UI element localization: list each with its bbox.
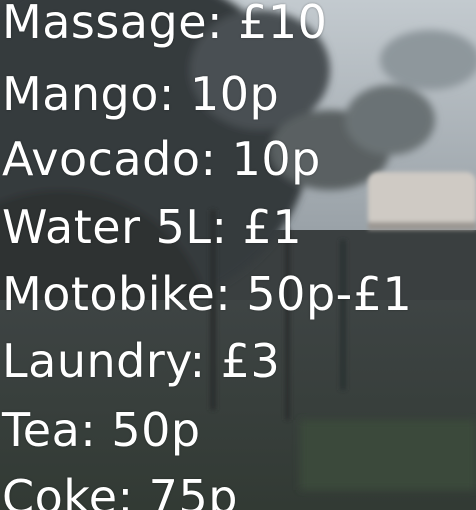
price-line-massage: Massage: £10 — [2, 0, 328, 49]
price-line-water: Water 5L: £1 — [2, 200, 303, 254]
price-list: Massage: £10 Mango: 10p Avocado: 10p Wat… — [0, 0, 476, 510]
price-line-motobike: Motobike: 50p-£1 — [2, 267, 413, 321]
video-frame: Massage: £10 Mango: 10p Avocado: 10p Wat… — [0, 0, 476, 510]
price-line-mango: Mango: 10p — [2, 67, 280, 121]
price-line-avocado: Avocado: 10p — [2, 132, 321, 186]
price-line-tea: Tea: 50p — [2, 403, 201, 457]
price-line-laundry: Laundry: £3 — [2, 334, 281, 388]
price-line-coke: Coke: 75p — [2, 470, 238, 510]
